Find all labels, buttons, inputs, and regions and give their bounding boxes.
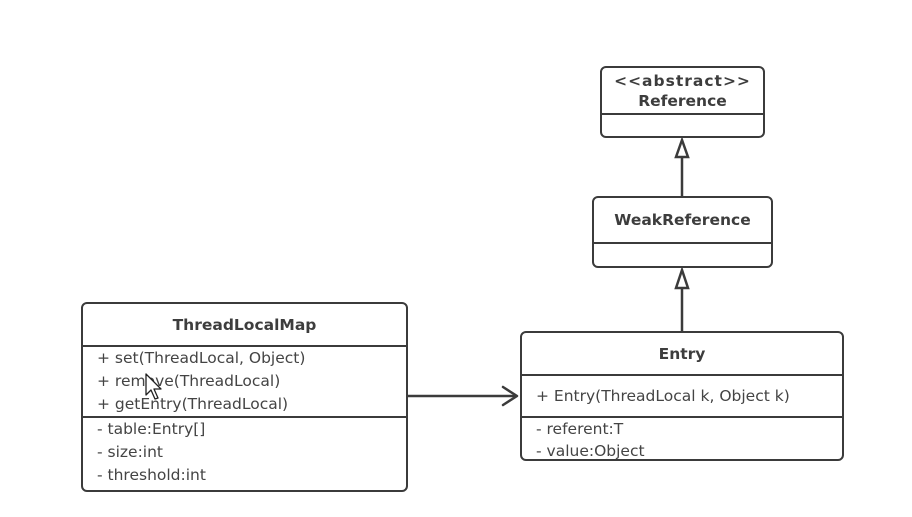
method-remove: + remove(ThreadLocal) [97,372,281,390]
field-size: - size:int [97,443,164,461]
class-reference-name: Reference [638,91,727,110]
mouse-pointer-icon [145,373,162,400]
class-thread-local-map[interactable]: ThreadLocalMap + set(ThreadLocal, Object… [81,302,408,492]
class-thread-local-map-fields: - table:Entry[] - size:int - threshold:i… [83,418,406,487]
field-table: - table:Entry[] [97,420,206,438]
class-entry[interactable]: Entry + Entry(ThreadLocal k, Object k) -… [520,331,844,461]
class-entry-header: Entry [522,333,842,376]
class-weak-reference-name: WeakReference [614,211,751,229]
class-entry-methods: + Entry(ThreadLocal k, Object k) [522,376,842,418]
class-reference[interactable]: <<abstract>> Reference [600,66,765,138]
inheritance-arrowhead-weakref [674,266,690,290]
method-entry-constructor: + Entry(ThreadLocal k, Object k) [536,386,790,405]
method-set: + set(ThreadLocal, Object) [97,349,306,367]
class-reference-header: <<abstract>> Reference [602,68,763,115]
class-weak-reference[interactable]: WeakReference [592,196,773,268]
class-entry-name: Entry [658,344,706,363]
class-thread-local-map-header: ThreadLocalMap [83,304,406,347]
association-arrowhead-entry [501,385,519,407]
class-weak-reference-header: WeakReference [594,198,771,244]
field-threshold: - threshold:int [97,466,206,484]
class-reference-stereotype: <<abstract>> [614,71,751,90]
uml-diagram-canvas: <<abstract>> Reference WeakReference Thr… [0,0,912,517]
class-thread-local-map-methods: + set(ThreadLocal, Object) + remove(Thre… [83,347,406,418]
class-weak-reference-body [594,244,771,246]
class-reference-body [602,115,763,117]
class-thread-local-map-name: ThreadLocalMap [172,315,317,334]
inheritance-arrowhead-reference [674,136,690,159]
method-get-entry: + getEntry(ThreadLocal) [97,395,289,413]
class-entry-fields: - referent:T - value:Object [522,418,842,460]
field-referent: - referent:T [536,420,624,438]
field-value: - value:Object [536,442,645,460]
